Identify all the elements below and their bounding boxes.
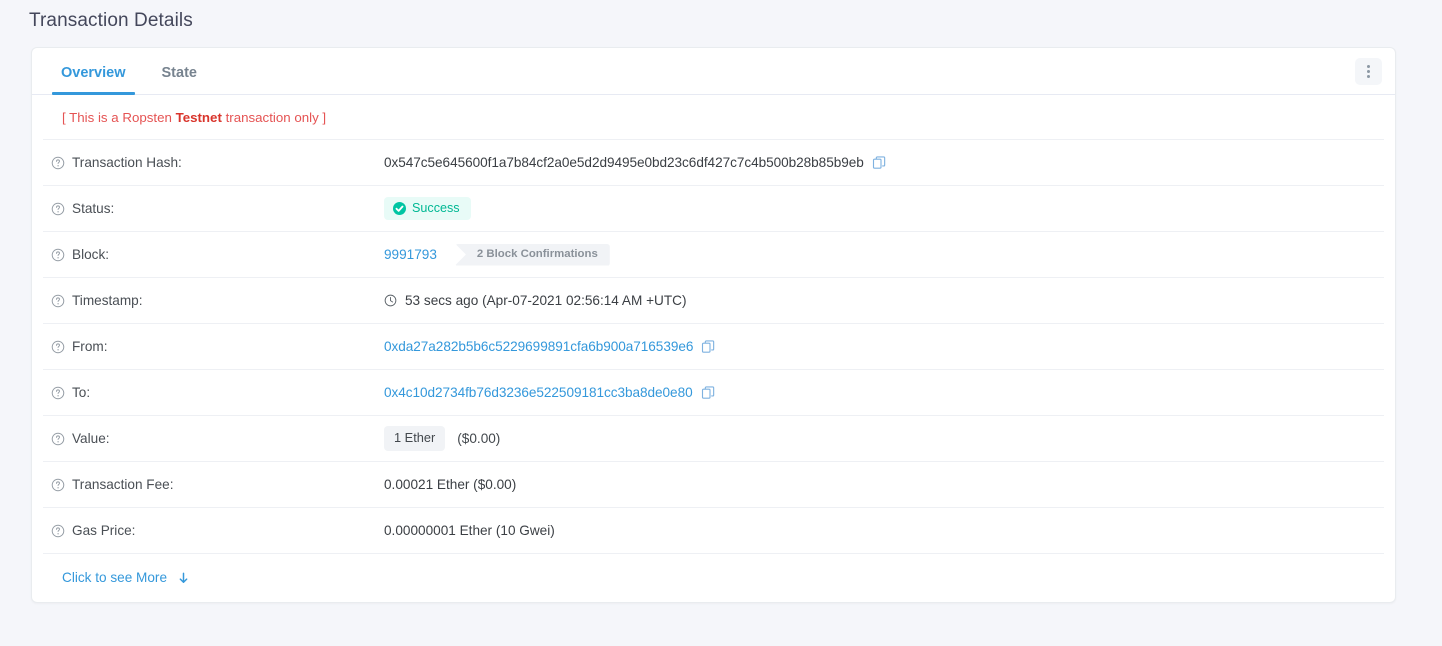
from-address-link[interactable]: 0xda27a282b5b6c5229699891cfa6b900a716539…	[384, 339, 693, 354]
tab-overview[interactable]: Overview	[43, 66, 144, 95]
row-transaction-fee: Transaction Fee: 0.00021 Ether ($0.00)	[43, 462, 1384, 508]
page-title: Transaction Details	[29, 10, 193, 32]
copy-icon[interactable]	[701, 339, 716, 354]
row-gas-price: Gas Price: 0.00000001 Ether (10 Gwei)	[43, 508, 1384, 554]
help-circle-icon[interactable]	[51, 202, 65, 216]
help-circle-icon[interactable]	[51, 478, 65, 492]
transaction-hash-value: 0x547c5e645600f1a7b84cf2a0e5d2d9495e0bd2…	[384, 155, 864, 170]
testnet-banner-prefix: [ This is a Ropsten	[62, 110, 176, 125]
transaction-card: Overview State [ This is a Ropsten Testn…	[31, 47, 1396, 603]
help-circle-icon[interactable]	[51, 524, 65, 538]
ether-value-badge: 1 Ether	[384, 426, 445, 450]
check-circle-icon	[393, 202, 406, 215]
row-value: 0.00021 Ether ($0.00)	[384, 477, 1384, 492]
testnet-banner-emphasis: Testnet	[176, 110, 222, 125]
arrow-down-icon[interactable]	[177, 571, 190, 585]
row-value: 0.00000001 Ether (10 Gwei)	[384, 523, 1384, 538]
row-transaction-hash: Transaction Hash: 0x547c5e645600f1a7b84c…	[43, 140, 1384, 186]
kebab-menu-icon[interactable]	[1355, 58, 1382, 85]
transaction-fee-value: 0.00021 Ether ($0.00)	[384, 477, 516, 492]
to-address-link[interactable]: 0x4c10d2734fb76d3236e522509181cc3ba8de0e…	[384, 385, 693, 400]
help-circle-icon[interactable]	[51, 248, 65, 262]
ether-value-usd: ($0.00)	[457, 431, 500, 446]
help-circle-icon[interactable]	[51, 340, 65, 354]
row-label: Gas Price:	[43, 523, 384, 538]
help-circle-icon[interactable]	[51, 294, 65, 308]
row-label-text: Timestamp:	[72, 293, 143, 308]
row-label: From:	[43, 339, 384, 354]
help-circle-icon[interactable]	[51, 156, 65, 170]
click-to-see-more-link[interactable]: Click to see More	[62, 570, 167, 585]
kebab-dot	[1367, 70, 1370, 73]
row-to: To: 0x4c10d2734fb76d3236e522509181cc3ba8…	[43, 370, 1384, 416]
row-value: 0x4c10d2734fb76d3236e522509181cc3ba8de0e…	[384, 385, 1384, 400]
status-badge: Success	[384, 197, 471, 220]
row-timestamp: Timestamp: 53 secs ago (Apr-07-2021 02:5…	[43, 278, 1384, 324]
row-label-text: Block:	[72, 247, 109, 262]
row-label-text: Transaction Hash:	[72, 155, 182, 170]
row-value: 1 Ether ($0.00)	[384, 426, 1384, 450]
row-label: Value:	[43, 431, 384, 446]
row-value-amount: Value: 1 Ether ($0.00)	[43, 416, 1384, 462]
detail-rows: Transaction Hash: 0x547c5e645600f1a7b84c…	[32, 140, 1395, 554]
row-value: Success	[384, 197, 1384, 220]
row-label-text: To:	[72, 385, 90, 400]
row-value: 0xda27a282b5b6c5229699891cfa6b900a716539…	[384, 339, 1384, 354]
testnet-banner: [ This is a Ropsten Testnet transaction …	[43, 95, 1384, 140]
block-confirmations-badge: 2 Block Confirmations	[455, 244, 610, 266]
clock-icon	[384, 294, 397, 307]
copy-icon[interactable]	[701, 385, 716, 400]
gas-price-value: 0.00000001 Ether (10 Gwei)	[384, 523, 555, 538]
row-label-text: Status:	[72, 201, 114, 216]
card-footer: Click to see More	[43, 554, 1384, 602]
row-status: Status: Success	[43, 186, 1384, 232]
copy-icon[interactable]	[872, 155, 887, 170]
row-label-text: Gas Price:	[72, 523, 135, 538]
timestamp-value: 53 secs ago (Apr-07-2021 02:56:14 AM +UT…	[405, 293, 686, 308]
row-label-text: From:	[72, 339, 108, 354]
row-label: Timestamp:	[43, 293, 384, 308]
row-label-text: Value:	[72, 431, 110, 446]
row-block: Block: 9991793 2 Block Confirmations	[43, 232, 1384, 278]
row-label: To:	[43, 385, 384, 400]
help-circle-icon[interactable]	[51, 386, 65, 400]
block-number-link[interactable]: 9991793	[384, 247, 437, 262]
help-circle-icon[interactable]	[51, 432, 65, 446]
row-value: 53 secs ago (Apr-07-2021 02:56:14 AM +UT…	[384, 293, 1384, 308]
transaction-details-page: Transaction Details Overview State [ Thi…	[0, 0, 1442, 646]
row-label: Status:	[43, 201, 384, 216]
tab-state[interactable]: State	[144, 66, 215, 95]
row-label: Block:	[43, 247, 384, 262]
status-badge-label: Success	[412, 202, 460, 215]
row-value: 0x547c5e645600f1a7b84cf2a0e5d2d9495e0bd2…	[384, 155, 1384, 170]
row-label-text: Transaction Fee:	[72, 477, 174, 492]
tab-list: Overview State	[43, 48, 215, 94]
kebab-dot	[1367, 75, 1370, 78]
testnet-banner-suffix: transaction only ]	[222, 110, 326, 125]
row-from: From: 0xda27a282b5b6c5229699891cfa6b900a…	[43, 324, 1384, 370]
row-label: Transaction Fee:	[43, 477, 384, 492]
card-header: Overview State	[32, 48, 1395, 95]
row-label: Transaction Hash:	[43, 155, 384, 170]
kebab-dot	[1367, 65, 1370, 68]
row-value: 9991793 2 Block Confirmations	[384, 244, 1384, 266]
